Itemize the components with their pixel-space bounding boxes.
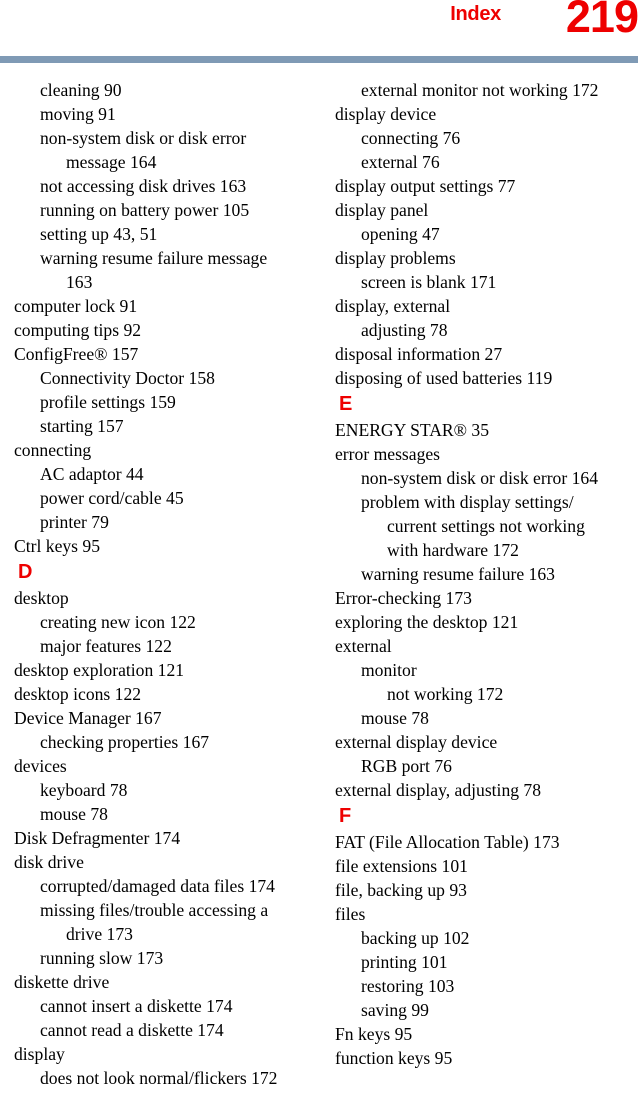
index-entry-sub: external monitor not working 172: [361, 80, 599, 100]
index-entry-main: disposing of used batteries 119: [335, 368, 553, 388]
index-entry-main: error messages: [335, 444, 441, 464]
index-entry-main: display, external: [335, 296, 451, 316]
index-entry-main: diskette drive: [14, 972, 110, 992]
index-entry-sub: running slow 173: [40, 948, 164, 968]
index-entry-sub: problem with display settings/: [361, 492, 574, 512]
index-entry-sub: not accessing disk drives 163: [40, 176, 247, 196]
header-divider: [0, 56, 638, 63]
index-entry-sub: screen is blank 171: [361, 272, 497, 292]
index-entry-main: Device Manager 167: [14, 708, 162, 728]
index-entry-sub: printing 101: [361, 952, 448, 972]
index-entry-sub: opening 47: [361, 224, 440, 244]
index-entry-main: file extensions 101: [335, 856, 468, 876]
index-entry-main: display: [14, 1044, 65, 1064]
index-entry-main: external display, adjusting 78: [335, 780, 542, 800]
index-entry-main: file, backing up 93: [335, 880, 467, 900]
index-entry-main: desktop exploration 121: [14, 660, 185, 680]
index-entry-sub: AC adaptor 44: [40, 464, 144, 484]
index-entry-sub: power cord/cable 45: [40, 488, 184, 508]
index-body: cleaning 90 moving 91 non-system disk or d…: [0, 78, 638, 1090]
index-entry-main: display panel: [335, 200, 429, 220]
index-entry-sub: cannot insert a diskette 174: [40, 996, 233, 1016]
index-entry-main: files: [335, 904, 366, 924]
index-entry-sub: adjusting 78: [361, 320, 448, 340]
index-entry-sub: monitor: [361, 660, 417, 680]
index-entry-main: function keys 95: [335, 1048, 453, 1068]
index-entry-sub: missing files/trouble accessing a: [40, 900, 269, 920]
index-entry-sub: restoring 103: [361, 976, 455, 996]
index-entry-main: disposal information 27: [335, 344, 503, 364]
index-entry-sub: warning resume failure message: [40, 248, 268, 268]
index-entry-sub: with hardware 172: [387, 540, 519, 560]
page-number: 219: [565, 0, 638, 42]
index-entry-main: computer lock 91: [14, 296, 138, 316]
index-entry-main: Disk Defragmenter 174: [14, 828, 181, 848]
index-column-left: cleaning 90 moving 91 non-system disk or d…: [0, 78, 319, 1090]
index-entry-sub: Connectivity Doctor 158: [40, 368, 215, 388]
index-entry-sub: mouse 78: [40, 804, 108, 824]
index-entry-main: desktop: [14, 588, 69, 608]
index-section-letter: F: [339, 805, 352, 827]
index-entry-main: computing tips 92: [14, 320, 142, 340]
index-entry-sub: major features 122: [40, 636, 172, 656]
index-entry-sub: connecting 76: [361, 128, 461, 148]
page-header: Index 219: [0, 0, 638, 63]
index-entry-sub: printer 79: [40, 512, 109, 532]
index-entry-sub: message 164: [66, 152, 157, 172]
index-entry-main: Error-checking 173: [335, 588, 472, 608]
index-entry-sub: creating new icon 122: [40, 612, 196, 632]
index-section-letter: E: [339, 393, 353, 415]
page-title: Index: [450, 3, 501, 25]
index-entry-main: connecting: [14, 440, 92, 460]
index-entry-main: display problems: [335, 248, 456, 268]
index-entry-sub: warning resume failure 163: [361, 564, 555, 584]
index-entry-main: ConfigFree® 157: [14, 344, 139, 364]
index-entry-sub: non-system disk or disk error 164: [361, 468, 599, 488]
index-entry-sub: non-system disk or disk error: [40, 128, 247, 148]
index-entry-sub: backing up 102: [361, 928, 470, 948]
index-entry-main: display device: [335, 104, 437, 124]
index-entry-main: ENERGY STAR® 35: [335, 420, 490, 440]
index-entry-sub: not working 172: [387, 684, 504, 704]
index-entry-sub: cannot read a diskette 174: [40, 1020, 224, 1040]
index-entry-sub: profile settings 159: [40, 392, 176, 412]
index-entry-main: devices: [14, 756, 67, 776]
index-entry-sub: setting up 43, 51: [40, 224, 158, 244]
index-entry-sub: drive 173: [66, 924, 133, 944]
index-entry-sub: external 76: [361, 152, 440, 172]
index-entry-main: disk drive: [14, 852, 84, 872]
index-entry-sub: cleaning 90: [40, 80, 122, 100]
index-entry-main: external: [335, 636, 392, 656]
index-section-letter: D: [18, 561, 33, 583]
index-column-right: external monitor not working 172 display …: [319, 78, 638, 1070]
index-entry-sub: saving 99: [361, 1000, 429, 1020]
index-entry-main: external display device: [335, 732, 498, 752]
index-entry-sub: current settings not working: [387, 516, 585, 536]
index-entry-sub: 163: [66, 272, 93, 292]
index-entry-main: Ctrl keys 95: [14, 536, 101, 556]
index-entry-sub: running on battery power 105: [40, 200, 250, 220]
index-entry-main: FAT (File Allocation Table) 173: [335, 832, 560, 852]
index-entry-sub: checking properties 167: [40, 732, 210, 752]
index-entry-main: Fn keys 95: [335, 1024, 413, 1044]
index-entry-main: exploring the desktop 121: [335, 612, 519, 632]
index-entry-sub: starting 157: [40, 416, 124, 436]
index-entry-main: desktop icons 122: [14, 684, 142, 704]
index-entry-sub: corrupted/damaged data files 174: [40, 876, 275, 896]
index-entry-sub: mouse 78: [361, 708, 429, 728]
index-entry-main: display output settings 77: [335, 176, 516, 196]
index-entry-sub: keyboard 78: [40, 780, 128, 800]
index-entry-sub: does not look normal/flickers 172: [40, 1068, 278, 1088]
index-entry-sub: RGB port 76: [361, 756, 452, 776]
index-entry-sub: moving 91: [40, 104, 116, 124]
